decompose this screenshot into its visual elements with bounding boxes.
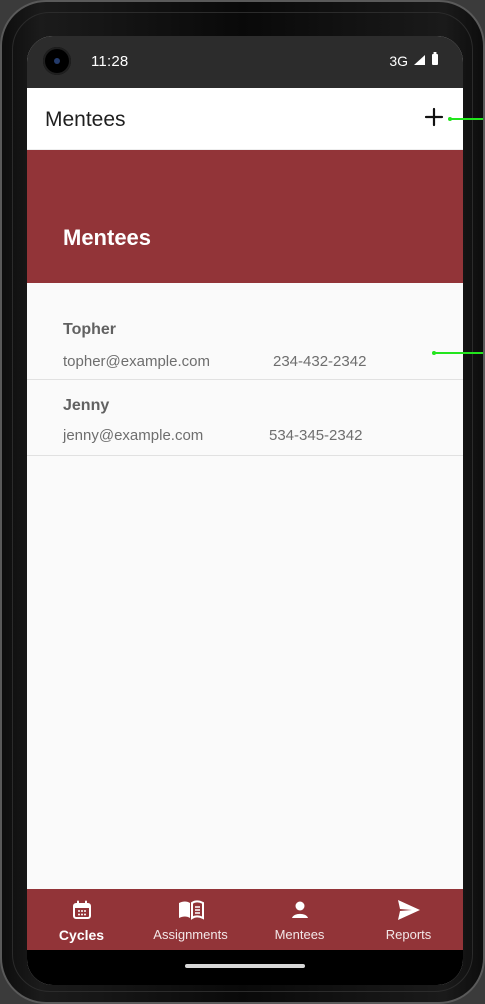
gesture-navigation-area bbox=[27, 950, 463, 985]
hero-title: Mentees bbox=[63, 225, 152, 250]
front-camera-icon bbox=[43, 47, 71, 75]
nav-label-assignments: Assignments bbox=[153, 927, 228, 942]
nav-label-reports: Reports bbox=[385, 927, 432, 942]
signal-icon bbox=[413, 52, 426, 70]
status-indicators: 3G bbox=[389, 52, 439, 70]
mentee-email: jenny@example.com bbox=[63, 427, 204, 444]
person-icon bbox=[290, 898, 310, 922]
hero-banner: Mentees bbox=[27, 150, 463, 283]
nav-item-cycles[interactable]: Cycles bbox=[27, 889, 136, 950]
phone-frame: 11:28 3G Mentees Mentees Topher topher@e… bbox=[0, 0, 485, 1004]
mentee-name: Jenny bbox=[63, 397, 110, 414]
send-icon bbox=[397, 898, 421, 922]
app-bar: Mentees bbox=[27, 88, 463, 150]
mentee-list: Topher topher@example.com 234-432-2342 J… bbox=[27, 283, 463, 456]
callout-line bbox=[448, 117, 483, 121]
status-bar: 11:28 3G bbox=[27, 36, 463, 88]
mentee-phone: 534-345-2342 bbox=[269, 427, 363, 444]
phone-screen: 11:28 3G Mentees Mentees Topher topher@e… bbox=[27, 36, 463, 985]
callout-line bbox=[432, 351, 483, 355]
mentee-phone: 234-432-2342 bbox=[273, 353, 367, 370]
mentee-email: topher@example.com bbox=[63, 353, 210, 370]
page-title: Mentees bbox=[45, 108, 126, 131]
add-mentee-button[interactable] bbox=[417, 102, 451, 136]
battery-icon bbox=[431, 52, 439, 70]
network-label: 3G bbox=[389, 53, 408, 69]
mentee-name: Topher bbox=[63, 321, 117, 338]
nav-item-mentees[interactable]: Mentees bbox=[245, 889, 354, 950]
book-icon bbox=[178, 898, 204, 922]
status-time: 11:28 bbox=[91, 53, 129, 70]
nav-item-reports[interactable]: Reports bbox=[354, 889, 463, 950]
bottom-navigation: Cycles Assignments Mentees Reports bbox=[27, 889, 463, 950]
nav-label-cycles: Cycles bbox=[58, 927, 105, 943]
nav-item-assignments[interactable]: Assignments bbox=[136, 889, 245, 950]
home-indicator[interactable] bbox=[185, 964, 305, 968]
mentee-row-topher[interactable]: Topher topher@example.com 234-432-2342 bbox=[27, 283, 463, 380]
mentee-row-jenny[interactable]: Jenny jenny@example.com 534-345-2342 bbox=[27, 380, 463, 456]
plus-icon bbox=[424, 107, 444, 132]
nav-label-mentees: Mentees bbox=[274, 927, 325, 942]
calendar-icon bbox=[72, 898, 92, 922]
